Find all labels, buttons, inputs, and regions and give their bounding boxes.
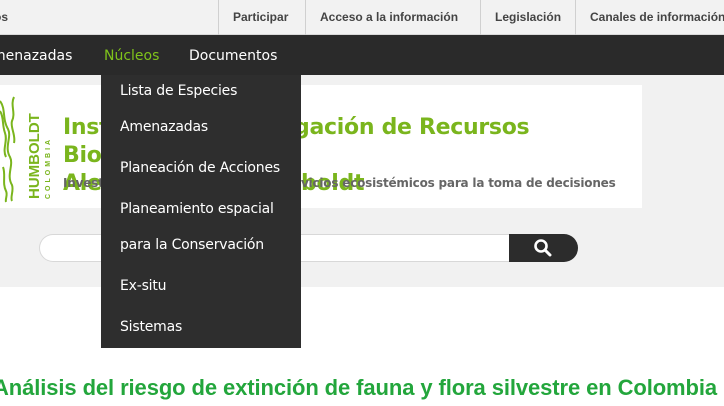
topbar-link-partial[interactable]: os: [0, 0, 212, 35]
topbar-link-canales-informacion[interactable]: Canales de información: [575, 0, 724, 35]
menu-item-ex-situ[interactable]: Ex-situ: [120, 278, 167, 294]
menu-item-planeacion-de-acciones[interactable]: Planeación de Acciones: [120, 160, 280, 176]
search-button[interactable]: [509, 234, 578, 262]
search-icon: [534, 239, 552, 257]
menu-item-para-la-conservacion[interactable]: para la Conservación: [120, 237, 264, 253]
menu-item-planeamiento-espacial[interactable]: Planeamiento espacial: [120, 201, 274, 217]
menu-item-lista-de-especies[interactable]: Lista de Especies: [120, 83, 237, 99]
nav-item-amenazadas[interactable]: menazadas: [0, 35, 72, 75]
nucleos-dropdown-menu: Lista de Especies Amenazadas Planeación …: [101, 75, 301, 348]
top-utility-bar: os Participar Acceso a la información Le…: [0, 0, 724, 35]
menu-item-sistemas[interactable]: Sistemas: [120, 319, 182, 335]
logo-graphic: HUMBOLDT COLOMBIA: [0, 95, 53, 203]
page-title: Análisis del riesgo de extinción de faun…: [0, 375, 718, 400]
nav-item-nucleos[interactable]: Núcleos: [104, 35, 159, 75]
logo-text: HUMBOLDT: [26, 113, 43, 199]
topbar-link-acceso-informacion[interactable]: Acceso a la información: [305, 0, 480, 35]
main-nav: menazadas Núcleos Documentos: [0, 35, 724, 75]
topbar-link-legislacion[interactable]: Legislación: [480, 0, 575, 35]
nav-item-documentos[interactable]: Documentos: [189, 35, 277, 75]
topbar-link-participar[interactable]: Participar: [218, 0, 305, 35]
humboldt-logo[interactable]: HUMBOLDT COLOMBIA: [0, 95, 53, 203]
menu-item-amenazadas[interactable]: Amenazadas: [120, 119, 208, 135]
logo-subtext: COLOMBIA: [45, 137, 52, 199]
